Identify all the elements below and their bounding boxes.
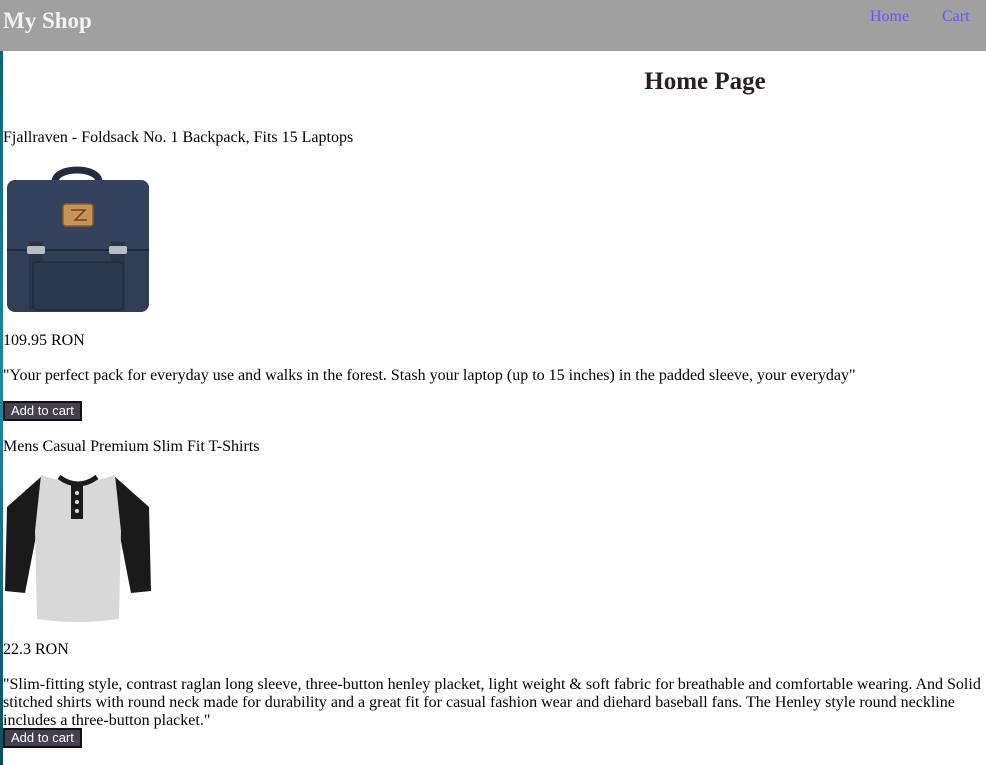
product-title: Fjallraven - Foldsack No. 1 Backpack, Fi… [3,129,354,146]
add-to-cart-button[interactable]: Add to cart [3,728,82,748]
product-description: "Your perfect pack for everyday use and … [3,367,856,384]
product-description: "Slim-fitting style, contrast raglan lon… [3,676,981,729]
backpack-image [7,166,149,312]
product-price: 109.95 RON [3,332,85,349]
page-title: Home Page [644,68,766,95]
product-price: 22.3 RON [3,641,69,658]
brand-logo[interactable]: My Shop [3,8,92,34]
product-card: Mens Casual Premium Slim Fit T-Shirts 22… [3,438,986,748]
top-navbar: My Shop Home Cart [0,0,986,51]
product-card: Fjallraven - Foldsack No. 1 Backpack, Fi… [3,129,986,421]
nav-link-home[interactable]: Home [870,8,909,26]
nav-link-cart[interactable]: Cart [942,8,970,26]
product-title: Mens Casual Premium Slim Fit T-Shirts [3,438,260,455]
add-to-cart-button[interactable]: Add to cart [3,401,82,421]
henley-shirt-image [5,474,151,622]
